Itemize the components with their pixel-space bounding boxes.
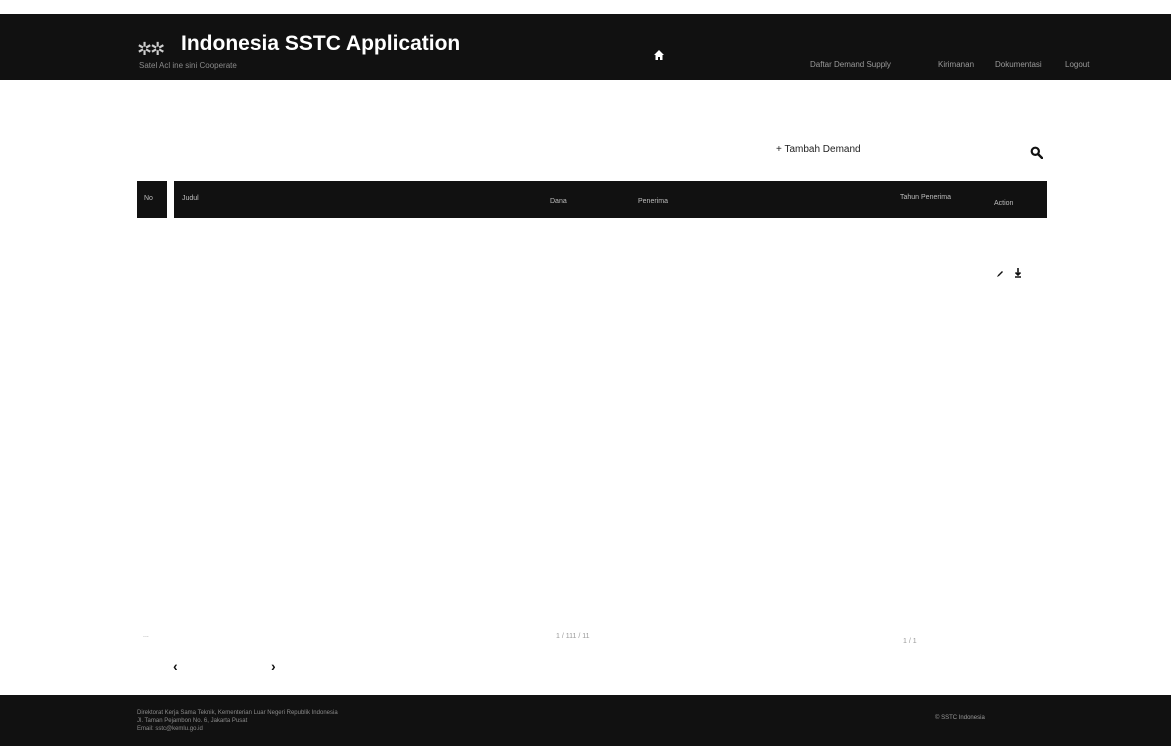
main-nav: Daftar Demand Supply Kirimanan Dokumenta… xyxy=(810,60,1115,72)
pagination-next-button[interactable]: › xyxy=(271,658,276,674)
nav-dokumentasi[interactable]: Dokumentasi xyxy=(995,60,1042,69)
add-demand-button[interactable]: + Tambah Demand xyxy=(776,144,861,155)
pagination-left-info: ... xyxy=(143,632,149,639)
top-navbar: ✲✲ Indonesia SSTC Application Satel Acl … xyxy=(0,14,1171,80)
column-header-row: Judul Dana Penerima Tahun Penerima Actio… xyxy=(174,181,1047,218)
column-header-dana[interactable]: Dana xyxy=(550,198,567,205)
column-header-action: Action xyxy=(994,200,1014,207)
footer-copyright: © SSTC Indonesia xyxy=(935,715,985,721)
footer-line-1: Direktorat Kerja Sama Teknik, Kementeria… xyxy=(137,710,338,716)
column-header-tahun-penerima[interactable]: Tahun Penerima xyxy=(900,194,956,202)
column-header-no[interactable]: No xyxy=(144,195,153,202)
footer: Direktorat Kerja Sama Teknik, Kementeria… xyxy=(0,695,1171,746)
column-header-judul[interactable]: Judul xyxy=(182,195,199,202)
app-title[interactable]: Indonesia SSTC Application xyxy=(181,32,460,56)
search-icon[interactable] xyxy=(1030,146,1043,159)
pagination-center-info: 1 / 111 / 11 xyxy=(556,633,590,640)
app-subtitle: Satel Acl ine sini Cooperate xyxy=(139,61,237,70)
nav-daftar-demand-supply[interactable]: Daftar Demand Supply xyxy=(810,60,891,69)
pagination-prev-button[interactable]: ‹ xyxy=(173,658,178,674)
edit-icon[interactable] xyxy=(996,270,1004,278)
row-action-group xyxy=(996,265,1026,281)
logo-icon: ✲✲ xyxy=(137,39,165,59)
column-header-penerima[interactable]: Penerima xyxy=(638,198,668,205)
column-header-no-cell: No xyxy=(137,181,167,218)
pagination-right-info: 1 / 1 xyxy=(903,638,917,645)
download-icon[interactable] xyxy=(1014,268,1022,278)
footer-line-2: Jl. Taman Pejambon No. 6, Jakarta Pusat xyxy=(137,718,248,724)
nav-kirimanan[interactable]: Kirimanan xyxy=(938,60,974,69)
home-icon[interactable] xyxy=(653,49,665,61)
nav-logout[interactable]: Logout xyxy=(1065,60,1089,69)
table-header: No Judul Dana Penerima Tahun Penerima Ac… xyxy=(137,181,1047,222)
footer-line-3: Email: sstc@kemlu.go.id xyxy=(137,726,203,732)
